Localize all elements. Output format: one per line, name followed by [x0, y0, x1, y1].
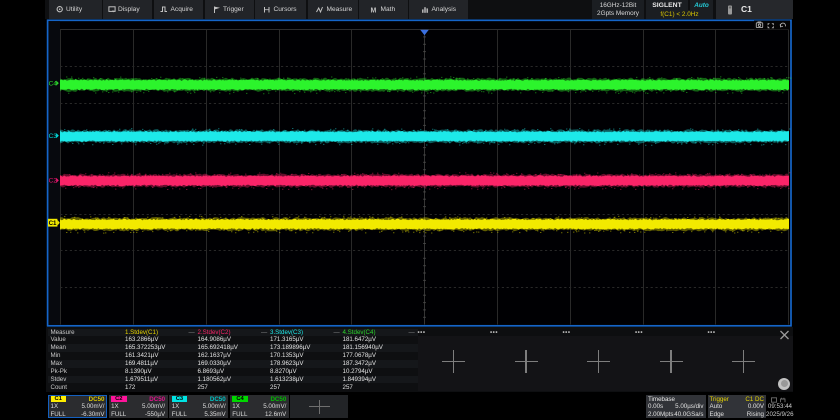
svg-text:C1: C1 — [49, 220, 57, 227]
svg-text:C2: C2 — [49, 178, 58, 185]
svg-text:C3: C3 — [49, 133, 58, 140]
svg-text:M: M — [371, 7, 377, 14]
svg-text:C4: C4 — [49, 80, 58, 87]
